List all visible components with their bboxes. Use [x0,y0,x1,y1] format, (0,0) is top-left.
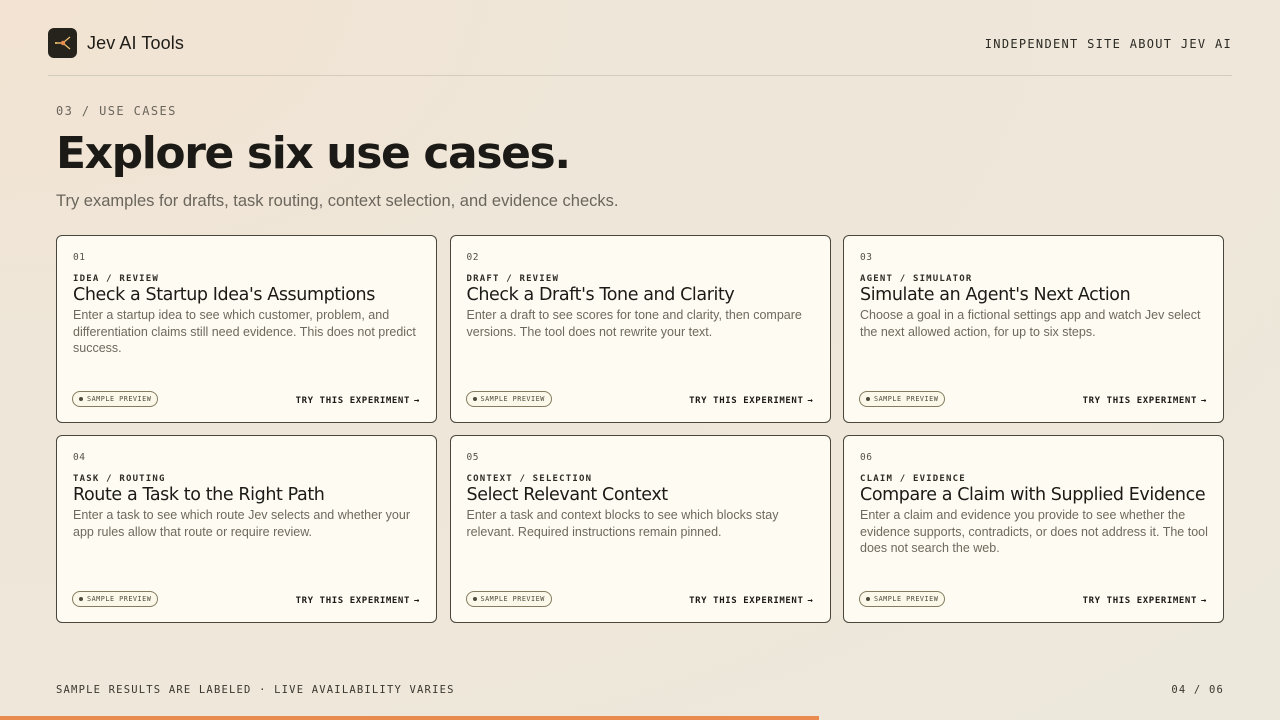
dot-icon [472,597,477,601]
card-category: CLAIM / EVIDENCE [860,474,966,484]
sample-preview-badge: SAMPLE PREVIEW [465,591,552,607]
dot-icon [79,397,83,401]
about-site-link[interactable]: INDEPENDENT SITE ABOUT JEV AI [985,37,1232,51]
card-description: Enter a task to see which route Jev sele… [73,508,410,539]
card-category: CONTEXT / SELECTION [466,474,593,484]
card-category: IDEA / REVIEW [73,274,160,284]
use-case-card[interactable]: 06 CLAIM / EVIDENCE Compare a Claim with… [843,435,1224,623]
card-title: Select Relevant Context [466,485,669,505]
badge-label: SAMPLE PREVIEW [874,595,939,603]
use-case-card[interactable]: 01 IDEA / REVIEW Check a Startup Idea's … [56,235,437,423]
card-number: 05 [466,452,479,463]
try-experiment-link[interactable]: TRY THIS EXPERIMENT → [296,396,420,406]
progress-bar-fill [0,716,820,720]
arrow-right-icon: → [807,396,814,406]
site-header: Jev AI Tools INDEPENDENT SITE ABOUT JEV … [48,28,1232,76]
card-number: 03 [860,252,873,263]
cta-label: TRY THIS EXPERIMENT [689,596,804,606]
card-category: TASK / ROUTING [73,474,166,484]
brand-link[interactable]: Jev AI Tools [48,28,184,58]
card-description: Enter a task and context blocks to see w… [466,508,779,539]
page-subtitle: Try examples for drafts, task routing, c… [56,192,619,210]
footer-note: SAMPLE RESULTS ARE LABELED · LIVE AVAILA… [56,684,455,696]
cta-label: TRY THIS EXPERIMENT [295,396,410,406]
card-number: 04 [73,452,86,463]
use-case-grid: 01 IDEA / REVIEW Check a Startup Idea's … [56,235,1224,623]
use-case-card[interactable]: 04 TASK / ROUTING Route a Task to the Ri… [56,435,437,623]
card-description: Choose a goal in a fictional settings ap… [860,308,1201,339]
arrow-right-icon: → [807,596,814,606]
arrow-right-icon: → [1200,596,1207,606]
sample-preview-badge: SAMPLE PREVIEW [465,391,552,407]
use-case-card[interactable]: 05 CONTEXT / SELECTION Select Relevant C… [449,435,831,623]
try-experiment-link[interactable]: TRY THIS EXPERIMENT → [1083,596,1207,606]
card-title: Check a Draft's Tone and Clarity [466,285,735,305]
badge-label: SAMPLE PREVIEW [87,395,152,403]
arrow-right-icon: → [413,596,420,606]
dot-icon [866,397,870,401]
try-experiment-link[interactable]: TRY THIS EXPERIMENT → [689,396,813,406]
dot-icon [866,597,870,601]
page-title: Explore six use cases. [56,128,571,179]
arrow-right-icon: → [1200,396,1207,406]
cta-label: TRY THIS EXPERIMENT [295,596,410,606]
slide-pager: 04 / 06 [1171,684,1224,696]
brand-name: Jev AI Tools [87,32,184,53]
arrow-right-icon: → [413,396,420,406]
card-title: Simulate an Agent's Next Action [860,285,1131,305]
card-title: Check a Startup Idea's Assumptions [73,285,375,305]
card-category: DRAFT / REVIEW [466,274,560,284]
cta-label: TRY THIS EXPERIMENT [689,396,804,406]
section-eyebrow: 03 / USE CASES [56,104,177,118]
sample-preview-badge: SAMPLE PREVIEW [859,391,946,407]
card-number: 01 [73,252,86,263]
card-description: Enter a draft to see scores for tone and… [466,308,802,339]
badge-label: SAMPLE PREVIEW [874,395,939,403]
sample-preview-badge: SAMPLE PREVIEW [72,591,159,607]
card-number: 06 [860,452,873,463]
badge-label: SAMPLE PREVIEW [480,395,545,403]
card-title: Compare a Claim with Supplied Evidence [860,485,1206,505]
cta-label: TRY THIS EXPERIMENT [1082,596,1197,606]
card-title: Route a Task to the Right Path [73,485,325,505]
card-description: Enter a claim and evidence you provide t… [860,508,1208,555]
cta-label: TRY THIS EXPERIMENT [1082,396,1197,406]
card-category: AGENT / SIMULATOR [860,274,973,284]
dot-icon [472,397,477,401]
dot-icon [79,597,83,601]
use-case-card[interactable]: 03 AGENT / SIMULATOR Simulate an Agent's… [843,235,1224,423]
try-experiment-link[interactable]: TRY THIS EXPERIMENT → [1083,396,1207,406]
badge-label: SAMPLE PREVIEW [87,595,152,603]
sample-preview-badge: SAMPLE PREVIEW [859,591,946,607]
progress-bar [0,716,1280,720]
badge-label: SAMPLE PREVIEW [480,595,545,603]
try-experiment-link[interactable]: TRY THIS EXPERIMENT → [296,596,420,606]
card-number: 02 [466,252,479,263]
use-case-card[interactable]: 02 DRAFT / REVIEW Check a Draft's Tone a… [449,235,831,423]
try-experiment-link[interactable]: TRY THIS EXPERIMENT → [689,596,813,606]
sample-preview-badge: SAMPLE PREVIEW [72,391,159,407]
spark-node-icon [48,28,77,58]
card-description: Enter a startup idea to see which custom… [73,308,416,355]
